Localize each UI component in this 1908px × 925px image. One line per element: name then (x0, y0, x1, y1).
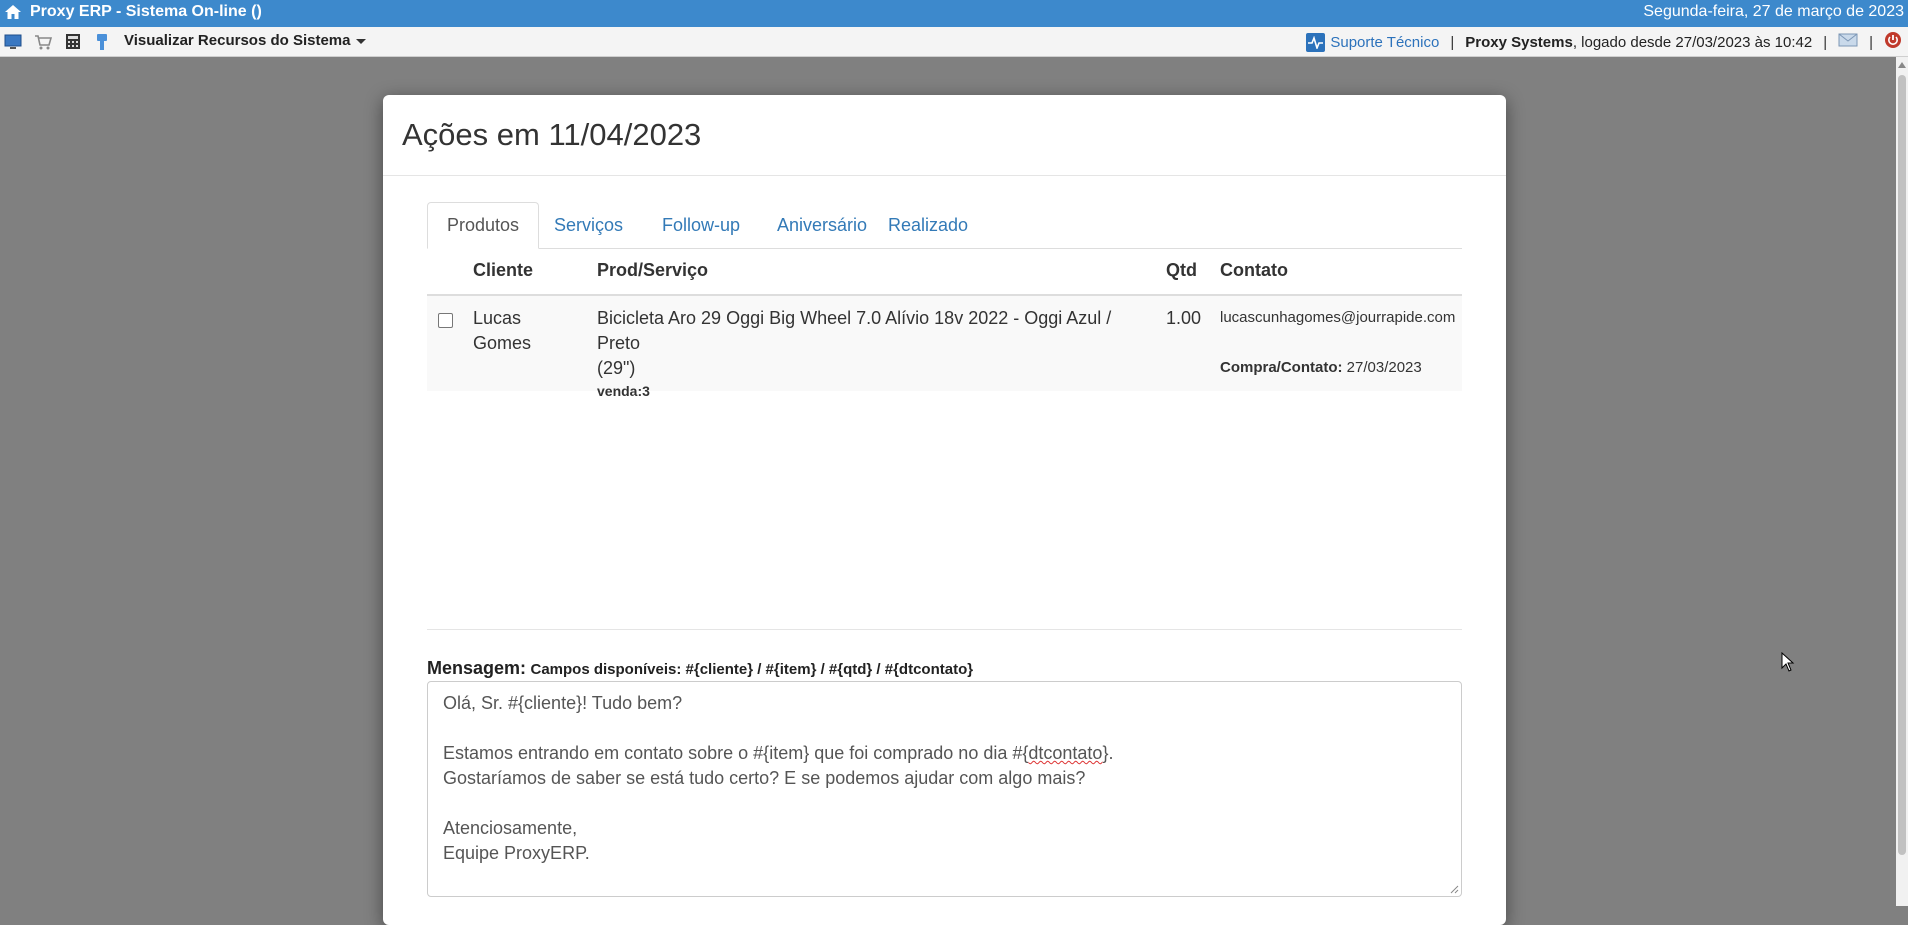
table-header: Cliente Prod/Serviço Qtd Contato (427, 248, 1462, 296)
produto-name-cont: (29") (597, 358, 636, 378)
message-line: Estamos entrando em contato sobre o #{it… (443, 743, 1114, 763)
tab-follow-up[interactable]: Follow-up (643, 202, 759, 248)
tab-realizado[interactable]: Realizado (869, 202, 987, 248)
table-row: Lucas Gomes Bicicleta Aro 29 Oggi Big Wh… (427, 296, 1462, 399)
caret-down-icon (355, 38, 366, 44)
cell-cliente: Lucas Gomes (473, 306, 531, 356)
separator: | (1450, 33, 1455, 51)
message-textarea[interactable]: Olá, Sr. #{cliente}! Tudo bem? Estamos e… (427, 681, 1462, 897)
toolbar-right: Suporte Técnico | Proxy Systems , logado… (1306, 31, 1902, 53)
available-fields: Campos disponíveis: #{cliente} / #{item}… (530, 661, 974, 678)
header-qtd: Qtd (1166, 260, 1197, 280)
logout-icon[interactable] (1884, 31, 1902, 53)
row-checkbox[interactable] (438, 313, 453, 328)
support-label: Suporte Técnico (1330, 33, 1440, 51)
produto-name: Bicicleta Aro 29 Oggi Big Wheel 7.0 Alív… (597, 308, 1112, 353)
separator: | (1823, 33, 1828, 51)
modal-header: Ações em 11/04/2023 (383, 95, 1506, 176)
tab-aniversario[interactable]: Aniversário (758, 202, 886, 248)
title-bar: Proxy ERP - Sistema On-line () Segunda-f… (0, 0, 1908, 27)
separator: | (1869, 33, 1873, 51)
tabs: Produtos Serviços Follow-up Aniversário … (427, 202, 1462, 249)
cliente-first-name: Lucas (473, 308, 522, 328)
cell-compra: Compra/Contato: 27/03/2023 (1220, 359, 1422, 376)
home-icon[interactable] (4, 3, 22, 26)
actions-modal: Ações em 11/04/2023 Produtos Serviços Fo… (383, 95, 1506, 925)
toolbar: Visualizar Recursos do Sistema Suporte T… (0, 27, 1908, 57)
tab-produtos[interactable]: Produtos (427, 202, 540, 249)
compra-label: Compra/Contato: (1220, 359, 1343, 376)
cliente-last-name: Gomes (473, 333, 532, 353)
message-label: Mensagem: Campos disponíveis: #{cliente}… (427, 658, 973, 679)
cell-email: lucascunhagomes@jourrapide.com (1220, 309, 1456, 326)
resize-handle-icon[interactable] (1449, 884, 1459, 894)
message-line: Gostaríamos de saber se está tudo certo?… (443, 768, 1086, 788)
current-date: Segunda-feira, 27 de março de 2023 (1643, 3, 1904, 20)
mouse-pointer-icon (1781, 652, 1795, 672)
modal-title: Ações em 11/04/2023 (402, 117, 702, 152)
divider (427, 629, 1462, 630)
support-link[interactable]: Suporte Técnico (1306, 32, 1440, 52)
header-prod-servico: Prod/Serviço (597, 260, 709, 280)
monitor-icon[interactable] (3, 32, 23, 51)
actions-table: Cliente Prod/Serviço Qtd Contato Lucas G… (427, 248, 1462, 399)
calculator-icon[interactable] (63, 32, 83, 51)
message-line: Atenciosamente, (443, 818, 578, 838)
message-title: Mensagem: (427, 658, 527, 678)
app-title: Proxy ERP - Sistema On-line () (30, 3, 262, 20)
scroll-thumb[interactable] (1898, 75, 1906, 855)
pulse-icon (1306, 32, 1326, 52)
misspelled-word: dtcontato (1028, 743, 1103, 763)
venda-info: venda:3 (597, 383, 650, 399)
message-line: Equipe ProxyERP. (443, 843, 590, 863)
cell-qtd: 1.00 (1166, 308, 1202, 328)
scroll-up-icon[interactable] (1898, 62, 1906, 68)
system-resources-menu[interactable]: Visualizar Recursos do Sistema (124, 32, 366, 49)
cell-produto: Bicicleta Aro 29 Oggi Big Wheel 7.0 Alív… (597, 306, 1157, 401)
message-line: Olá, Sr. #{cliente}! Tudo bem? (443, 693, 683, 713)
cart-icon[interactable] (33, 32, 53, 51)
header-contato: Contato (1220, 260, 1288, 280)
company-name: Proxy Systems (1465, 33, 1573, 51)
mail-icon[interactable] (1838, 32, 1858, 52)
system-resources-label: Visualizar Recursos do Sistema (124, 32, 351, 49)
header-cliente: Cliente (473, 260, 534, 280)
page-scrollbar[interactable] (1896, 57, 1908, 906)
tool-icon[interactable] (92, 32, 112, 51)
tab-servicos[interactable]: Serviços (535, 202, 642, 248)
logged-info: , logado desde 27/03/2023 às 10:42 (1572, 33, 1813, 51)
compra-date: 27/03/2023 (1346, 359, 1422, 376)
